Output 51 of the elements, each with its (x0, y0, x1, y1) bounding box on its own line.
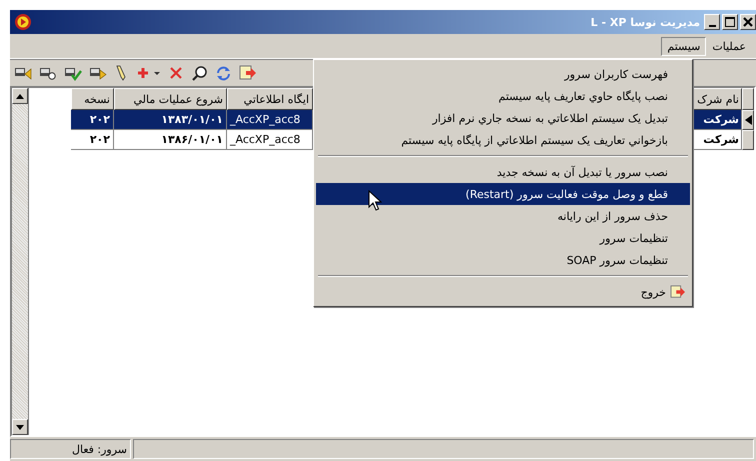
menu-item[interactable]: قطع و وصل موقت فعاليت سرور (Restart) (316, 183, 690, 205)
window-title: مديريت نوسا L - XP (590, 16, 701, 28)
table-cell: شرکت (693, 130, 742, 150)
menu-item[interactable]: تنظيمات سرور SOAP (316, 249, 690, 271)
column-header[interactable]: ايگاه اطلاعاتي (227, 88, 313, 110)
table-cell: _AccXP_acc8 (227, 110, 313, 130)
maximize-icon (725, 17, 735, 27)
table-cell: شرکت (693, 110, 742, 130)
minimize-icon (708, 24, 716, 26)
column-header[interactable]: نسخه (71, 88, 114, 110)
menu-item[interactable]: فهرست کاربران سرور (316, 63, 690, 85)
menu-item[interactable]: نصب سرور يا تبديل آن به نسخه جديد (316, 161, 690, 183)
close-icon (743, 17, 753, 27)
maximize-button[interactable] (722, 14, 738, 30)
table-cell: ۲۰۲ (71, 110, 114, 130)
document-arrow-right-icon[interactable] (89, 65, 107, 81)
menu-item[interactable]: حذف سرور از اين رايانه (316, 205, 690, 227)
refresh-icon[interactable] (215, 64, 232, 82)
vertical-scrollbar[interactable] (12, 88, 29, 435)
table-cell: _AccXP_acc8 (227, 130, 313, 150)
table-cell: ۱۳۸۶/۰۱/۰۱ (114, 130, 227, 150)
pencil-icon[interactable] (114, 65, 128, 81)
menu-item[interactable]: خروج (316, 281, 690, 303)
minimize-button[interactable] (704, 14, 720, 30)
document-arrow-left-icon[interactable] (14, 65, 32, 81)
table-cell: ۲۰۲ (71, 130, 114, 150)
scroll-down-button[interactable] (12, 419, 28, 435)
up-arrow-icon (16, 94, 24, 98)
menu-item[interactable]: تبديل يک سيستم اطلاعاتي به نسخه جاري نرم افزار (316, 107, 690, 129)
menu-item-label: خروج (640, 286, 666, 298)
table-cell: ۱۳۸۳/۰۱/۰۱ (114, 110, 227, 130)
exit-icon[interactable] (239, 65, 257, 81)
exit-icon (670, 285, 686, 299)
menu-item[interactable]: سيستم (661, 36, 706, 56)
menu-item[interactable]: تنظيمات سرور (316, 227, 690, 249)
search-icon[interactable] (191, 64, 208, 82)
column-header[interactable]: نام شرک (693, 88, 742, 110)
menu-item[interactable]: بازخواني تعاريف يک سيستم اطلاعاتي از پايگاه پايه سيستم (316, 129, 690, 151)
column-header[interactable]: شروع عمليات مالي (114, 88, 227, 110)
server-status-text: سرور: فعال (72, 442, 127, 456)
document-search-icon[interactable] (39, 65, 57, 81)
menu-item[interactable]: نصب پايگاه حاوي تعاريف پايه سيستم (316, 85, 690, 107)
down-arrow-icon (16, 424, 24, 430)
mouse-pointer-icon (368, 190, 382, 212)
close-button[interactable] (740, 14, 756, 30)
current-row-icon (744, 115, 752, 125)
app-logo-icon (14, 13, 32, 31)
delete-icon[interactable] (168, 65, 184, 81)
scroll-up-button[interactable] (12, 88, 28, 104)
document-check-icon[interactable] (64, 65, 82, 81)
menu-item[interactable]: عمليات (706, 36, 752, 56)
